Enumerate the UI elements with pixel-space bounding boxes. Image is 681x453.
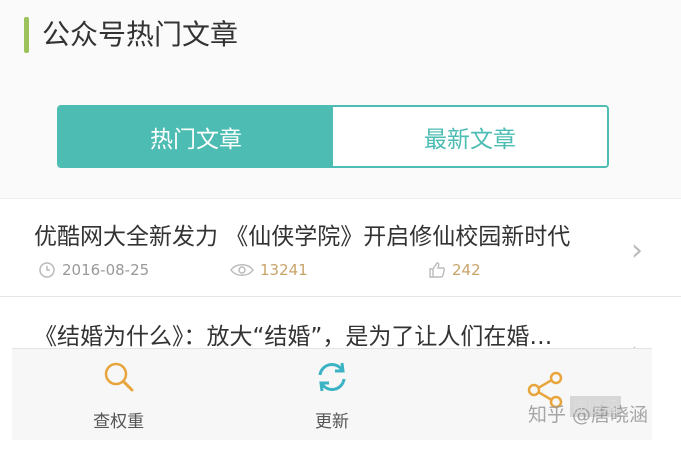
section-header: 公众号热门文章	[0, 0, 681, 70]
watermark-overlay: 唐晓涵	[570, 396, 622, 417]
page-title: 公众号热门文章	[42, 18, 239, 51]
date-text: 2016-08-25	[62, 261, 150, 279]
article-list: 优酷网大全新发力 《仙侠学院》开启修仙校园新时代 2016-08-25 1324…	[0, 198, 681, 370]
accent-bar	[24, 17, 29, 53]
search-icon	[99, 357, 139, 397]
views-count: 13241	[260, 261, 308, 279]
article-tabs: 热门文章 最新文章	[57, 105, 609, 168]
article-views: 13241	[230, 261, 308, 279]
article-date: 2016-08-25	[38, 261, 149, 279]
thumbs-up-icon	[429, 262, 446, 278]
tab-hot-articles[interactable]: 热门文章	[59, 107, 333, 166]
nav-update[interactable]: 更新	[225, 349, 438, 440]
refresh-icon	[312, 357, 352, 397]
chevron-right-icon: ›	[631, 233, 643, 268]
list-item[interactable]: 优酷网大全新发力 《仙侠学院》开启修仙校园新时代 2016-08-25 1324…	[0, 199, 681, 297]
article-title: 优酷网大全新发力 《仙侠学院》开启修仙校园新时代	[34, 224, 571, 250]
clock-icon	[39, 262, 55, 278]
nav-label: 更新	[314, 412, 349, 432]
likes-count: 242	[452, 261, 481, 279]
article-title: 《结婚为什么》：放大“结婚”，是为了让人们在婚…	[34, 324, 553, 350]
article-likes: 242	[428, 261, 481, 279]
eye-icon	[230, 264, 254, 276]
nav-check-weight[interactable]: 查权重	[12, 349, 225, 440]
nav-label: 查权重	[93, 412, 145, 432]
tab-latest-articles[interactable]: 最新文章	[333, 107, 607, 166]
